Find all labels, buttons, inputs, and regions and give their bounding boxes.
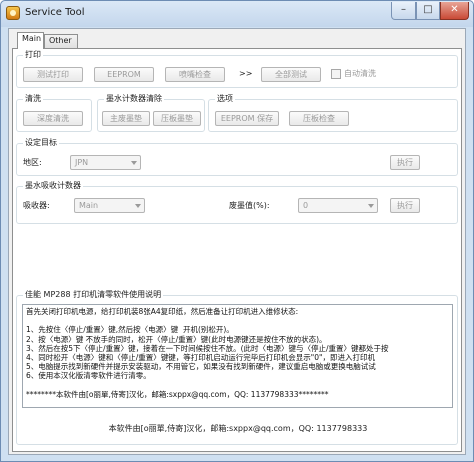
instructions-group-title: 佳能 MP288 打印机清零软件使用说明 (23, 290, 164, 300)
absorber-execute-button[interactable]: 执行 (390, 198, 420, 213)
main-tab-panel: 打印 测试打印 EEPROM 喷嘴检查 >> 全部测试 自动清洗 清洗 深度清洗… (12, 48, 462, 452)
print-group: 打印 测试打印 EEPROM 喷嘴检查 >> 全部测试 自动清洗 (16, 50, 458, 88)
deep-clean-button[interactable]: 深度清洗 (23, 111, 83, 126)
all-tests-button[interactable]: 全部测试 (261, 67, 321, 82)
options-group: 选项 EEPROM 保存 压板检查 (208, 94, 458, 132)
waste-ink-label: 废墨值(%): (229, 201, 270, 210)
instructions-textarea[interactable]: 首先关闭打印机电源，给打印机装8张A4复印纸，然后准备让打印机进入维修状态: 1… (22, 304, 453, 408)
chevron-down-icon (131, 161, 137, 165)
title-bar: Service Tool – □ ✕ (1, 1, 473, 27)
ink-counter-group: 墨水计数器清除 主废墨垫 压板墨垫 (97, 94, 205, 132)
credits-footer: 本软件由[o丽單,侍寄]汉化，邮箱:sxppx@qq.com，QQ: 11377… (108, 424, 368, 433)
tab-main[interactable]: Main (17, 32, 44, 49)
minimize-button[interactable]: – (391, 2, 416, 20)
application-window: Service Tool – □ ✕ Main Other 打印 测试打印 EE… (0, 0, 474, 462)
chevron-down-icon (135, 204, 141, 208)
printer-app-icon (6, 6, 20, 20)
main-ink-pad-button[interactable]: 主废墨垫 (102, 111, 150, 126)
waste-ink-select-value: 0 (303, 201, 309, 210)
absorber-select-value: Main (79, 201, 99, 210)
ink-counter-group-title: 墨水计数器清除 (104, 94, 164, 104)
absorber-group: 墨水吸收计数器 吸收器: Main 废墨值(%): 0 执行 (16, 181, 458, 224)
chevron-down-icon (368, 204, 374, 208)
print-group-title: 打印 (23, 50, 43, 60)
eeprom-button[interactable]: EEPROM (94, 67, 154, 82)
region-label: 地区: (23, 158, 42, 167)
set-target-group-title: 设定目标 (23, 138, 59, 148)
options-group-title: 选项 (215, 94, 235, 104)
region-execute-button[interactable]: 执行 (390, 155, 420, 170)
close-button[interactable]: ✕ (440, 2, 469, 20)
maximize-button[interactable]: □ (416, 2, 440, 20)
absorber-label: 吸收器: (23, 201, 50, 210)
waste-ink-select[interactable]: 0 (298, 198, 378, 213)
platen-ink-pad-button[interactable]: 压板墨垫 (153, 111, 201, 126)
tab-other[interactable]: Other (44, 34, 78, 48)
platen-check-button[interactable]: 压板检查 (289, 111, 349, 126)
test-print-button[interactable]: 测试打印 (23, 67, 83, 82)
clean-group-title: 清洗 (23, 94, 43, 104)
clean-group: 清洗 深度清洗 (16, 94, 92, 132)
instructions-text: 首先关闭打印机电源，给打印机装8张A4复印纸，然后准备让打印机进入维修状态: 1… (26, 307, 389, 399)
absorber-group-title: 墨水吸收计数器 (23, 181, 83, 191)
eeprom-save-button[interactable]: EEPROM 保存 (215, 111, 279, 126)
region-select[interactable]: JPN (70, 155, 141, 170)
instructions-group: 佳能 MP288 打印机清零软件使用说明 首先关闭打印机电源，给打印机装8张A4… (16, 290, 458, 445)
auto-clean-label: 自动清洗 (344, 69, 376, 78)
nozzle-check-button[interactable]: 喷嘴检查 (165, 67, 225, 82)
absorber-select[interactable]: Main (74, 198, 145, 213)
region-select-value: JPN (75, 158, 89, 167)
auto-clean-checkbox[interactable] (331, 69, 341, 79)
client-area: Main Other 打印 测试打印 EEPROM 喷嘴检查 >> 全部测试 自… (8, 28, 466, 455)
set-target-group: 设定目标 地区: JPN 执行 (16, 138, 458, 176)
window-title: Service Tool (25, 7, 85, 18)
arrow-label: >> (239, 69, 253, 78)
